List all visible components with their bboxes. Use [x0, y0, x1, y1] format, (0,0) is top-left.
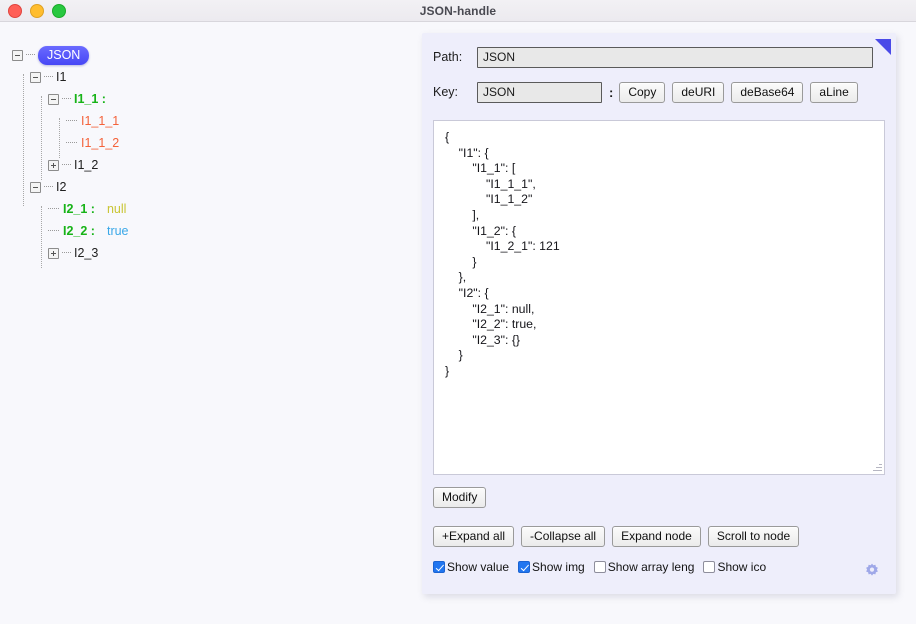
aline-button[interactable]: aLine — [810, 81, 858, 103]
tree-stub-line — [66, 120, 77, 122]
show-value-checkbox[interactable]: Show value — [433, 560, 509, 574]
path-input[interactable] — [477, 46, 873, 68]
show-value-label: Show value — [447, 560, 510, 574]
tree-stub-line — [62, 164, 71, 166]
maximize-window-button[interactable] — [52, 4, 66, 18]
tree-node-i1[interactable]: I1 — [30, 66, 66, 88]
tree-node-value: null — [106, 202, 127, 216]
tree-node-key: I2_2 : — [63, 224, 95, 238]
checkbox-unchecked-icon[interactable] — [593, 561, 606, 573]
blue-triangle-marker-icon[interactable] — [875, 39, 891, 55]
tree-node-i1-1-2[interactable]: I1_1_2 — [66, 132, 119, 154]
tree-node-key: I1_2 — [74, 158, 99, 172]
collapse-toggle-icon[interactable] — [48, 93, 59, 105]
tree-node-key: I2 — [56, 180, 67, 194]
path-row: Path: — [433, 46, 873, 68]
modify-button[interactable]: Modify — [433, 487, 487, 508]
tree-node-i2-2[interactable]: I2_2 : true — [48, 220, 129, 242]
expand-toggle-icon[interactable] — [48, 159, 59, 171]
tree-node-root[interactable]: JSON — [12, 44, 90, 66]
show-array-leng-label: Show array leng — [607, 560, 695, 574]
tree-node-key: I1_1_1 — [81, 114, 120, 128]
key-input[interactable] — [477, 81, 602, 103]
display-options-row: Show value Show img Show array leng Show… — [433, 560, 766, 574]
gear-icon[interactable] — [862, 562, 882, 582]
deuri-button[interactable]: deURI — [672, 81, 725, 103]
node-action-buttons: +Expand all -Collapse all Expand node Sc… — [433, 526, 800, 547]
tree-stub-line — [62, 98, 71, 100]
debase64-button[interactable]: deBase64 — [731, 81, 804, 103]
resize-grip-icon[interactable] — [871, 461, 882, 472]
collapse-toggle-icon[interactable] — [30, 181, 41, 193]
window-titlebar: JSON-handle — [0, 0, 916, 22]
checkbox-unchecked-icon[interactable] — [703, 561, 716, 573]
tree-connector-line — [23, 74, 24, 206]
expand-toggle-icon[interactable] — [48, 247, 59, 259]
tree-stub-line — [66, 142, 77, 144]
collapse-toggle-icon[interactable] — [30, 71, 41, 83]
tree-node-key: I2_1 : — [63, 202, 95, 216]
json-text-content[interactable]: { "I1": { "I1_1": [ "I1_1_1", "I1_1_2" ]… — [434, 121, 884, 380]
show-img-checkbox[interactable]: Show img — [518, 560, 585, 574]
tree-node-i2-1[interactable]: I2_1 : null — [48, 198, 126, 220]
tree-node-i2-3[interactable]: I2_3 — [48, 242, 98, 264]
tree-stub-line — [44, 186, 53, 188]
tree-node-i1-2[interactable]: I1_2 — [48, 154, 98, 176]
tree-node-key: I1_1 : — [74, 92, 106, 106]
tree-connector-line — [41, 96, 42, 180]
json-textarea[interactable]: { "I1": { "I1_1": [ "I1_1_1", "I1_1_2" ]… — [433, 120, 885, 475]
key-label: Key: — [433, 85, 459, 99]
collapse-all-button[interactable]: -Collapse all — [521, 526, 606, 547]
tree-node-key: I1 — [56, 70, 67, 84]
tree-node-i2[interactable]: I2 — [30, 176, 66, 198]
show-array-leng-checkbox[interactable]: Show array leng — [593, 560, 695, 574]
window-title: JSON-handle — [419, 3, 497, 18]
show-ico-checkbox[interactable]: Show ico — [703, 560, 766, 574]
tree-node-i1-1[interactable]: I1_1 : — [48, 88, 106, 110]
key-action-buttons: Copy deURI deBase64 aLine — [619, 81, 858, 103]
copy-button[interactable]: Copy — [619, 81, 666, 103]
tree-stub-line — [62, 252, 71, 254]
tree-node-value: true — [106, 224, 129, 238]
collapse-toggle-icon[interactable] — [12, 49, 23, 61]
checkbox-checked-icon[interactable] — [433, 561, 445, 573]
scroll-to-node-button[interactable]: Scroll to node — [707, 526, 800, 547]
expand-node-button[interactable]: Expand node — [612, 526, 701, 547]
show-ico-label: Show ico — [717, 560, 767, 574]
expand-all-button[interactable]: +Expand all — [433, 526, 515, 547]
json-tree-panel[interactable]: JSON I1 I1_1 : I1_1_1 I1_1_2 I1_2 I2 I2_… — [0, 22, 410, 624]
tree-stub-line — [48, 208, 59, 210]
traffic-light-group — [8, 0, 66, 22]
tree-node-i1-1-1[interactable]: I1_1_1 — [66, 110, 119, 132]
close-window-button[interactable] — [8, 4, 22, 18]
workspace: JSON I1 I1_1 : I1_1_1 I1_1_2 I1_2 I2 I2_… — [0, 22, 916, 624]
tree-node-key: I2_3 — [74, 246, 99, 260]
json-handle-panel: Path: Key: : Copy deURI deBase64 aLine {… — [422, 33, 896, 594]
tree-node-key: I1_1_2 — [81, 136, 120, 150]
path-label: Path: — [433, 50, 463, 64]
key-separator: : — [609, 84, 614, 100]
modify-row: Modify — [433, 487, 487, 508]
tree-stub-line — [26, 54, 35, 56]
tree-root-label[interactable]: JSON — [38, 45, 90, 65]
show-img-label: Show img — [532, 560, 585, 574]
checkbox-checked-icon[interactable] — [518, 561, 531, 573]
tree-stub-line — [44, 76, 53, 78]
minimize-window-button[interactable] — [30, 4, 44, 18]
tree-connector-line — [59, 118, 60, 158]
tree-stub-line — [48, 230, 59, 232]
key-row: Key: : Copy deURI deBase64 aLine — [433, 81, 858, 103]
tree-connector-line — [41, 206, 42, 268]
